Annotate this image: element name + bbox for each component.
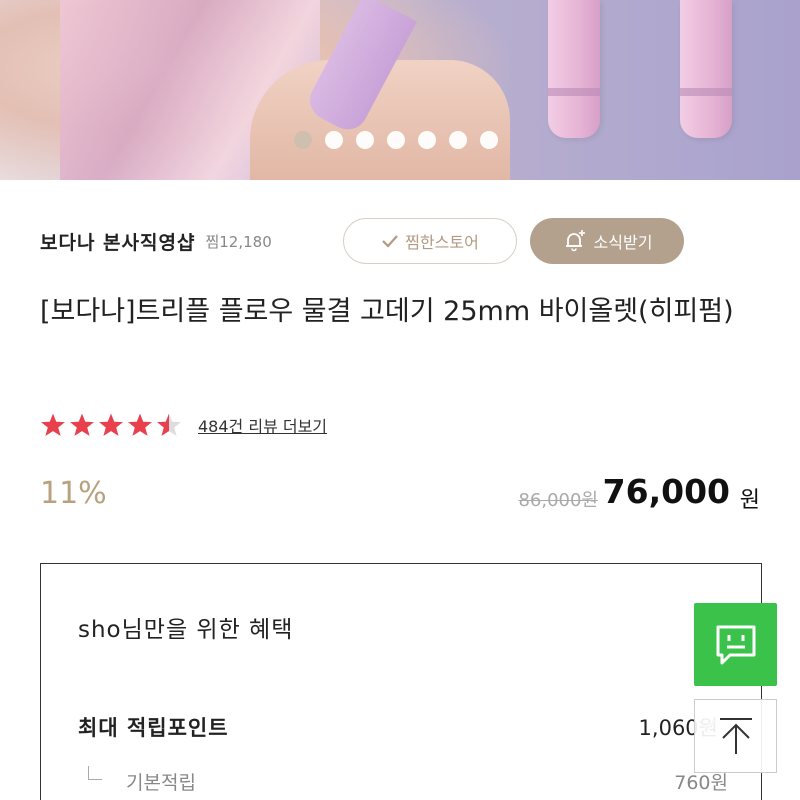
carousel-dot[interactable] <box>325 131 343 149</box>
basic-points-row: 기본적립 760원 <box>78 766 728 794</box>
review-link[interactable]: 484건 리뷰 더보기 <box>198 413 327 437</box>
rating-row: 484건 리뷰 더보기 <box>40 410 327 440</box>
original-price: 86,000원 <box>518 490 598 511</box>
wish-store-label: 찜한스토어 <box>405 233 479 252</box>
carousel-dot[interactable] <box>387 131 405 149</box>
product-title: [보다나]트리플 플로우 물결 고데기 25mm 바이올렛(히피펌) <box>40 296 734 327</box>
sub-item-marker <box>88 766 102 780</box>
star-icon <box>70 413 94 436</box>
rating-stars <box>40 412 182 438</box>
check-icon <box>382 235 399 248</box>
chat-button[interactable] <box>694 603 777 686</box>
member-benefit-box: sho님만을 위한 혜택 최대 적립포인트 1,060원 기본적립 760원 <box>40 563 762 800</box>
store-wish-count: 찜12,180 <box>205 232 272 251</box>
carousel-dot[interactable] <box>449 131 467 149</box>
star-icon <box>41 413 65 436</box>
subscribe-news-label: 소식받기 <box>593 233 653 252</box>
arrow-up-icon <box>719 718 752 754</box>
discount-rate: 11% <box>40 476 107 511</box>
carousel-indicators <box>294 131 498 149</box>
star-icon <box>99 413 123 436</box>
price-row: 11% 86,000원 76,000 원 <box>40 472 760 518</box>
carousel-dot[interactable] <box>418 131 436 149</box>
max-points-row[interactable]: 최대 적립포인트 1,060원 <box>78 712 718 742</box>
curler-product-image <box>548 0 600 138</box>
carousel-dot[interactable] <box>356 131 374 149</box>
scroll-top-button[interactable] <box>694 699 777 773</box>
chat-icon <box>716 625 755 664</box>
curler-product-image <box>680 0 732 138</box>
subscribe-news-button[interactable]: 소식받기 <box>530 218 684 264</box>
store-info: 보다나 본사직영샵 찜12,180 찜한스토어 소식받기 <box>40 218 760 264</box>
benefit-title: sho님만을 위한 혜택 <box>78 617 294 643</box>
carousel-dot[interactable] <box>480 131 498 149</box>
product-image-carousel[interactable] <box>0 0 800 180</box>
carousel-dot[interactable] <box>294 131 312 149</box>
star-icon <box>128 413 152 436</box>
store-name[interactable]: 보다나 본사직영샵 <box>40 228 195 255</box>
basic-points-label: 기본적립 <box>126 772 196 794</box>
max-points-label: 최대 적립포인트 <box>78 716 229 740</box>
bell-plus-icon <box>565 230 585 252</box>
star-icon <box>157 413 181 436</box>
wish-store-button[interactable]: 찜한스토어 <box>343 218 517 264</box>
final-price: 76,000 <box>602 472 730 511</box>
currency-unit: 원 <box>739 488 760 513</box>
